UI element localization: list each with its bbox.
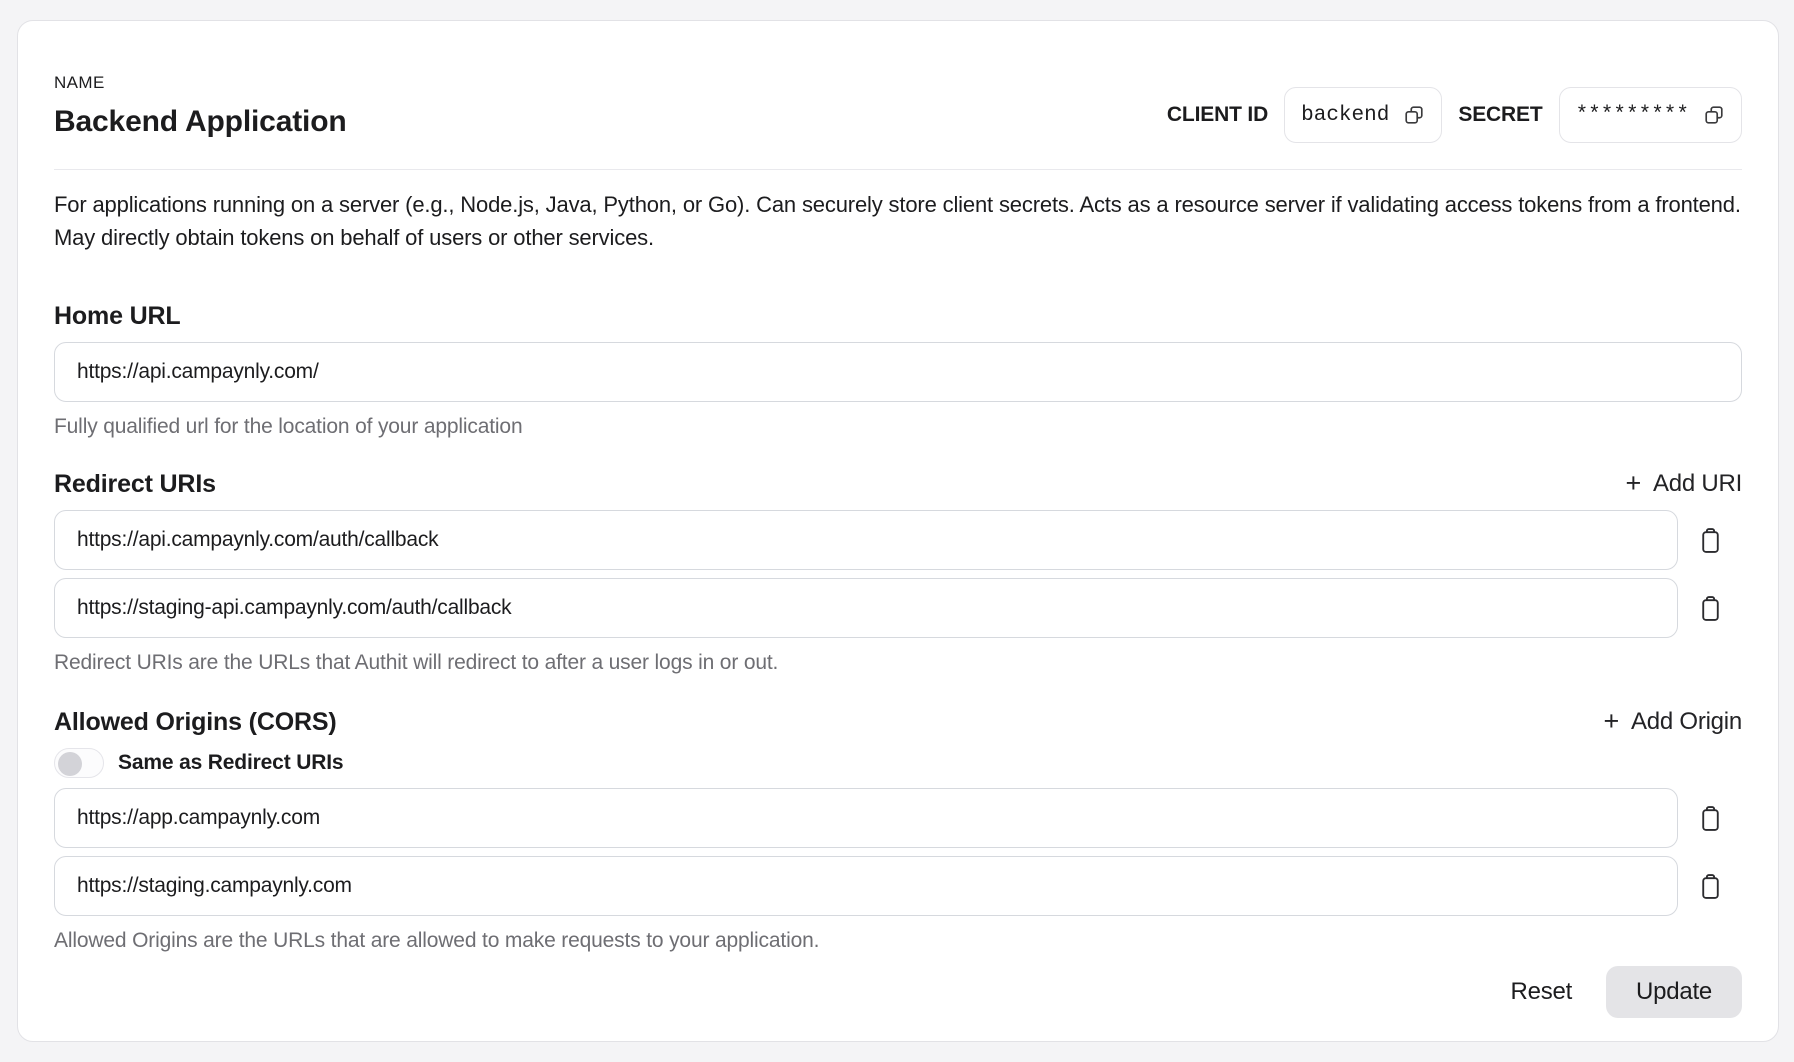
same-as-redirect-label: Same as Redirect URIs [118, 751, 343, 775]
allowed-origin-row [54, 856, 1742, 916]
client-id-box: backend [1284, 87, 1442, 143]
same-as-redirect-row: Same as Redirect URIs [54, 748, 1742, 778]
redirect-uris-label: Redirect URIs [54, 468, 216, 500]
app-name-block: NAME Backend Application [54, 73, 347, 141]
add-uri-button-label: Add URI [1653, 470, 1742, 498]
trash-icon [1698, 873, 1723, 900]
same-as-redirect-toggle[interactable] [54, 748, 104, 778]
toggle-knob-icon [58, 752, 82, 776]
credentials-group: CLIENT ID backend SECRET ********* [1167, 87, 1742, 143]
redirect-uris-section-header: Redirect URIs + Add URI [54, 468, 1742, 500]
add-origin-button-label: Add Origin [1631, 708, 1742, 736]
redirect-uri-input-2[interactable] [54, 578, 1678, 638]
allowed-origin-input-1[interactable] [54, 788, 1678, 848]
header-divider [54, 169, 1742, 170]
delete-origin-1-button[interactable] [1678, 805, 1742, 832]
reset-button[interactable]: Reset [1491, 966, 1593, 1018]
secret-label: SECRET [1458, 103, 1542, 127]
client-id-label: CLIENT ID [1167, 103, 1268, 127]
plus-icon: + [1603, 708, 1619, 735]
plus-icon: + [1625, 470, 1641, 497]
allowed-origins-label: Allowed Origins (CORS) [54, 706, 337, 738]
redirect-uri-row [54, 578, 1742, 638]
home-url-section-header: Home URL [54, 300, 1742, 332]
copy-icon [1403, 104, 1425, 126]
allowed-origins-helper: Allowed Origins are the URLs that are al… [54, 928, 1742, 954]
redirect-uri-input-1[interactable] [54, 510, 1678, 570]
name-label: NAME [54, 73, 347, 93]
trash-icon [1698, 595, 1723, 622]
card-header: NAME Backend Application CLIENT ID backe… [54, 21, 1742, 143]
delete-redirect-uri-2-button[interactable] [1678, 595, 1742, 622]
secret-value: ********* [1576, 104, 1689, 127]
application-settings-card: NAME Backend Application CLIENT ID backe… [17, 20, 1779, 1042]
allowed-origin-row [54, 788, 1742, 848]
allowed-origins-section-header: Allowed Origins (CORS) + Add Origin [54, 706, 1742, 738]
copy-icon [1703, 104, 1725, 126]
client-id-value: backend [1301, 104, 1389, 127]
trash-icon [1698, 805, 1723, 832]
copy-client-id-button[interactable] [1403, 104, 1425, 126]
app-description: For applications running on a server (e.… [54, 188, 1742, 254]
copy-secret-button[interactable] [1703, 104, 1725, 126]
secret-box: ********* [1559, 87, 1742, 143]
redirect-uris-helper: Redirect URIs are the URLs that Authit w… [54, 650, 1742, 676]
update-button[interactable]: Update [1606, 966, 1742, 1018]
redirect-uri-row [54, 510, 1742, 570]
trash-icon [1698, 527, 1723, 554]
home-url-input[interactable] [54, 342, 1742, 402]
delete-redirect-uri-1-button[interactable] [1678, 527, 1742, 554]
home-url-helper: Fully qualified url for the location of … [54, 414, 1742, 440]
delete-origin-2-button[interactable] [1678, 873, 1742, 900]
add-uri-button[interactable]: + Add URI [1625, 470, 1742, 498]
allowed-origin-input-2[interactable] [54, 856, 1678, 916]
form-actions: Reset Update [54, 966, 1742, 1018]
home-url-label: Home URL [54, 300, 181, 332]
add-origin-button[interactable]: + Add Origin [1603, 708, 1742, 736]
app-name: Backend Application [54, 103, 347, 141]
